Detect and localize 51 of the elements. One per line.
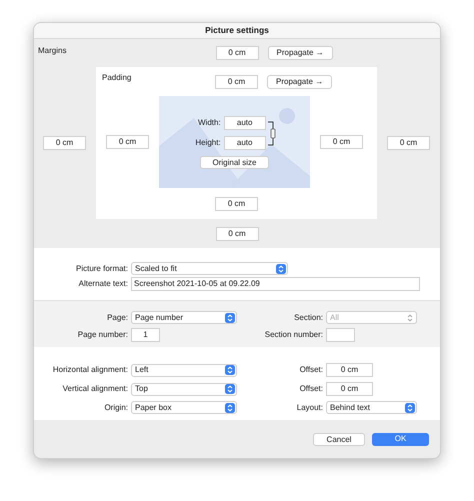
- dropdown: All: [326, 311, 417, 324]
- field-label: Origin:: [103, 402, 128, 414]
- field-label: Horizontal alignment:: [52, 364, 128, 376]
- dropdown[interactable]: Paper box: [131, 401, 237, 414]
- field-label: Offset:: [298, 383, 323, 395]
- field-label: Alternate text:: [78, 278, 128, 290]
- input-field[interactable]: 0 cm: [43, 136, 86, 150]
- input-field[interactable]: 0 cm: [216, 46, 258, 60]
- section-label: Padding: [102, 72, 132, 84]
- input-field[interactable]: 0 cm: [387, 136, 430, 150]
- input-field[interactable]: 0 cm: [320, 135, 363, 149]
- input-field[interactable]: 0 cm: [215, 75, 258, 89]
- input-field[interactable]: 0 cm: [215, 197, 258, 211]
- input-field[interactable]: [326, 328, 355, 342]
- dropdown[interactable]: Scaled to fit: [131, 262, 288, 275]
- input-field[interactable]: auto: [224, 136, 266, 150]
- dropdown[interactable]: Top: [131, 382, 237, 396]
- input-field[interactable]: 0 cm: [326, 363, 373, 377]
- field-label: Width:: [197, 116, 221, 128]
- stepper-icon: [225, 365, 235, 375]
- input-field[interactable]: auto: [224, 116, 266, 130]
- field-label: Page:: [106, 312, 128, 324]
- input-field[interactable]: 0 cm: [326, 382, 373, 396]
- original-size-button[interactable]: Original size: [200, 156, 269, 168]
- section-label: Margins: [38, 45, 66, 57]
- dropdown[interactable]: Behind text: [326, 401, 417, 414]
- field-label: Vertical alignment:: [62, 383, 128, 395]
- field-label: Section number:: [264, 329, 323, 341]
- stepper-icon: [405, 402, 415, 412]
- dropdown[interactable]: Page number: [131, 311, 237, 324]
- field-label: Page number:: [76, 329, 128, 341]
- field-label: Height:: [195, 136, 221, 148]
- dialog-button[interactable]: Cancel: [313, 432, 365, 446]
- dropdown[interactable]: Left: [131, 364, 237, 376]
- field-label: Picture format:: [74, 262, 128, 274]
- stepper-icon: [225, 312, 235, 322]
- window-title: Picture settings: [205, 24, 269, 37]
- stepper-icon: [225, 384, 235, 394]
- field-label: Layout:: [296, 402, 323, 414]
- stepper-icon: [405, 312, 415, 322]
- input-field[interactable]: 0 cm: [216, 227, 258, 241]
- propagate-button[interactable]: Propagate →: [268, 46, 333, 60]
- field-label: Section:: [293, 312, 323, 324]
- input-field[interactable]: Screenshot 2021-10-05 at 09.22.09: [131, 277, 420, 291]
- propagate-button[interactable]: Propagate →: [267, 75, 332, 89]
- stepper-icon: [225, 402, 235, 412]
- default-button[interactable]: OK: [372, 432, 429, 446]
- input-field[interactable]: 1: [131, 328, 160, 342]
- field-label: Offset:: [298, 364, 323, 376]
- input-field[interactable]: 0 cm: [106, 135, 149, 149]
- stepper-icon: [276, 264, 286, 274]
